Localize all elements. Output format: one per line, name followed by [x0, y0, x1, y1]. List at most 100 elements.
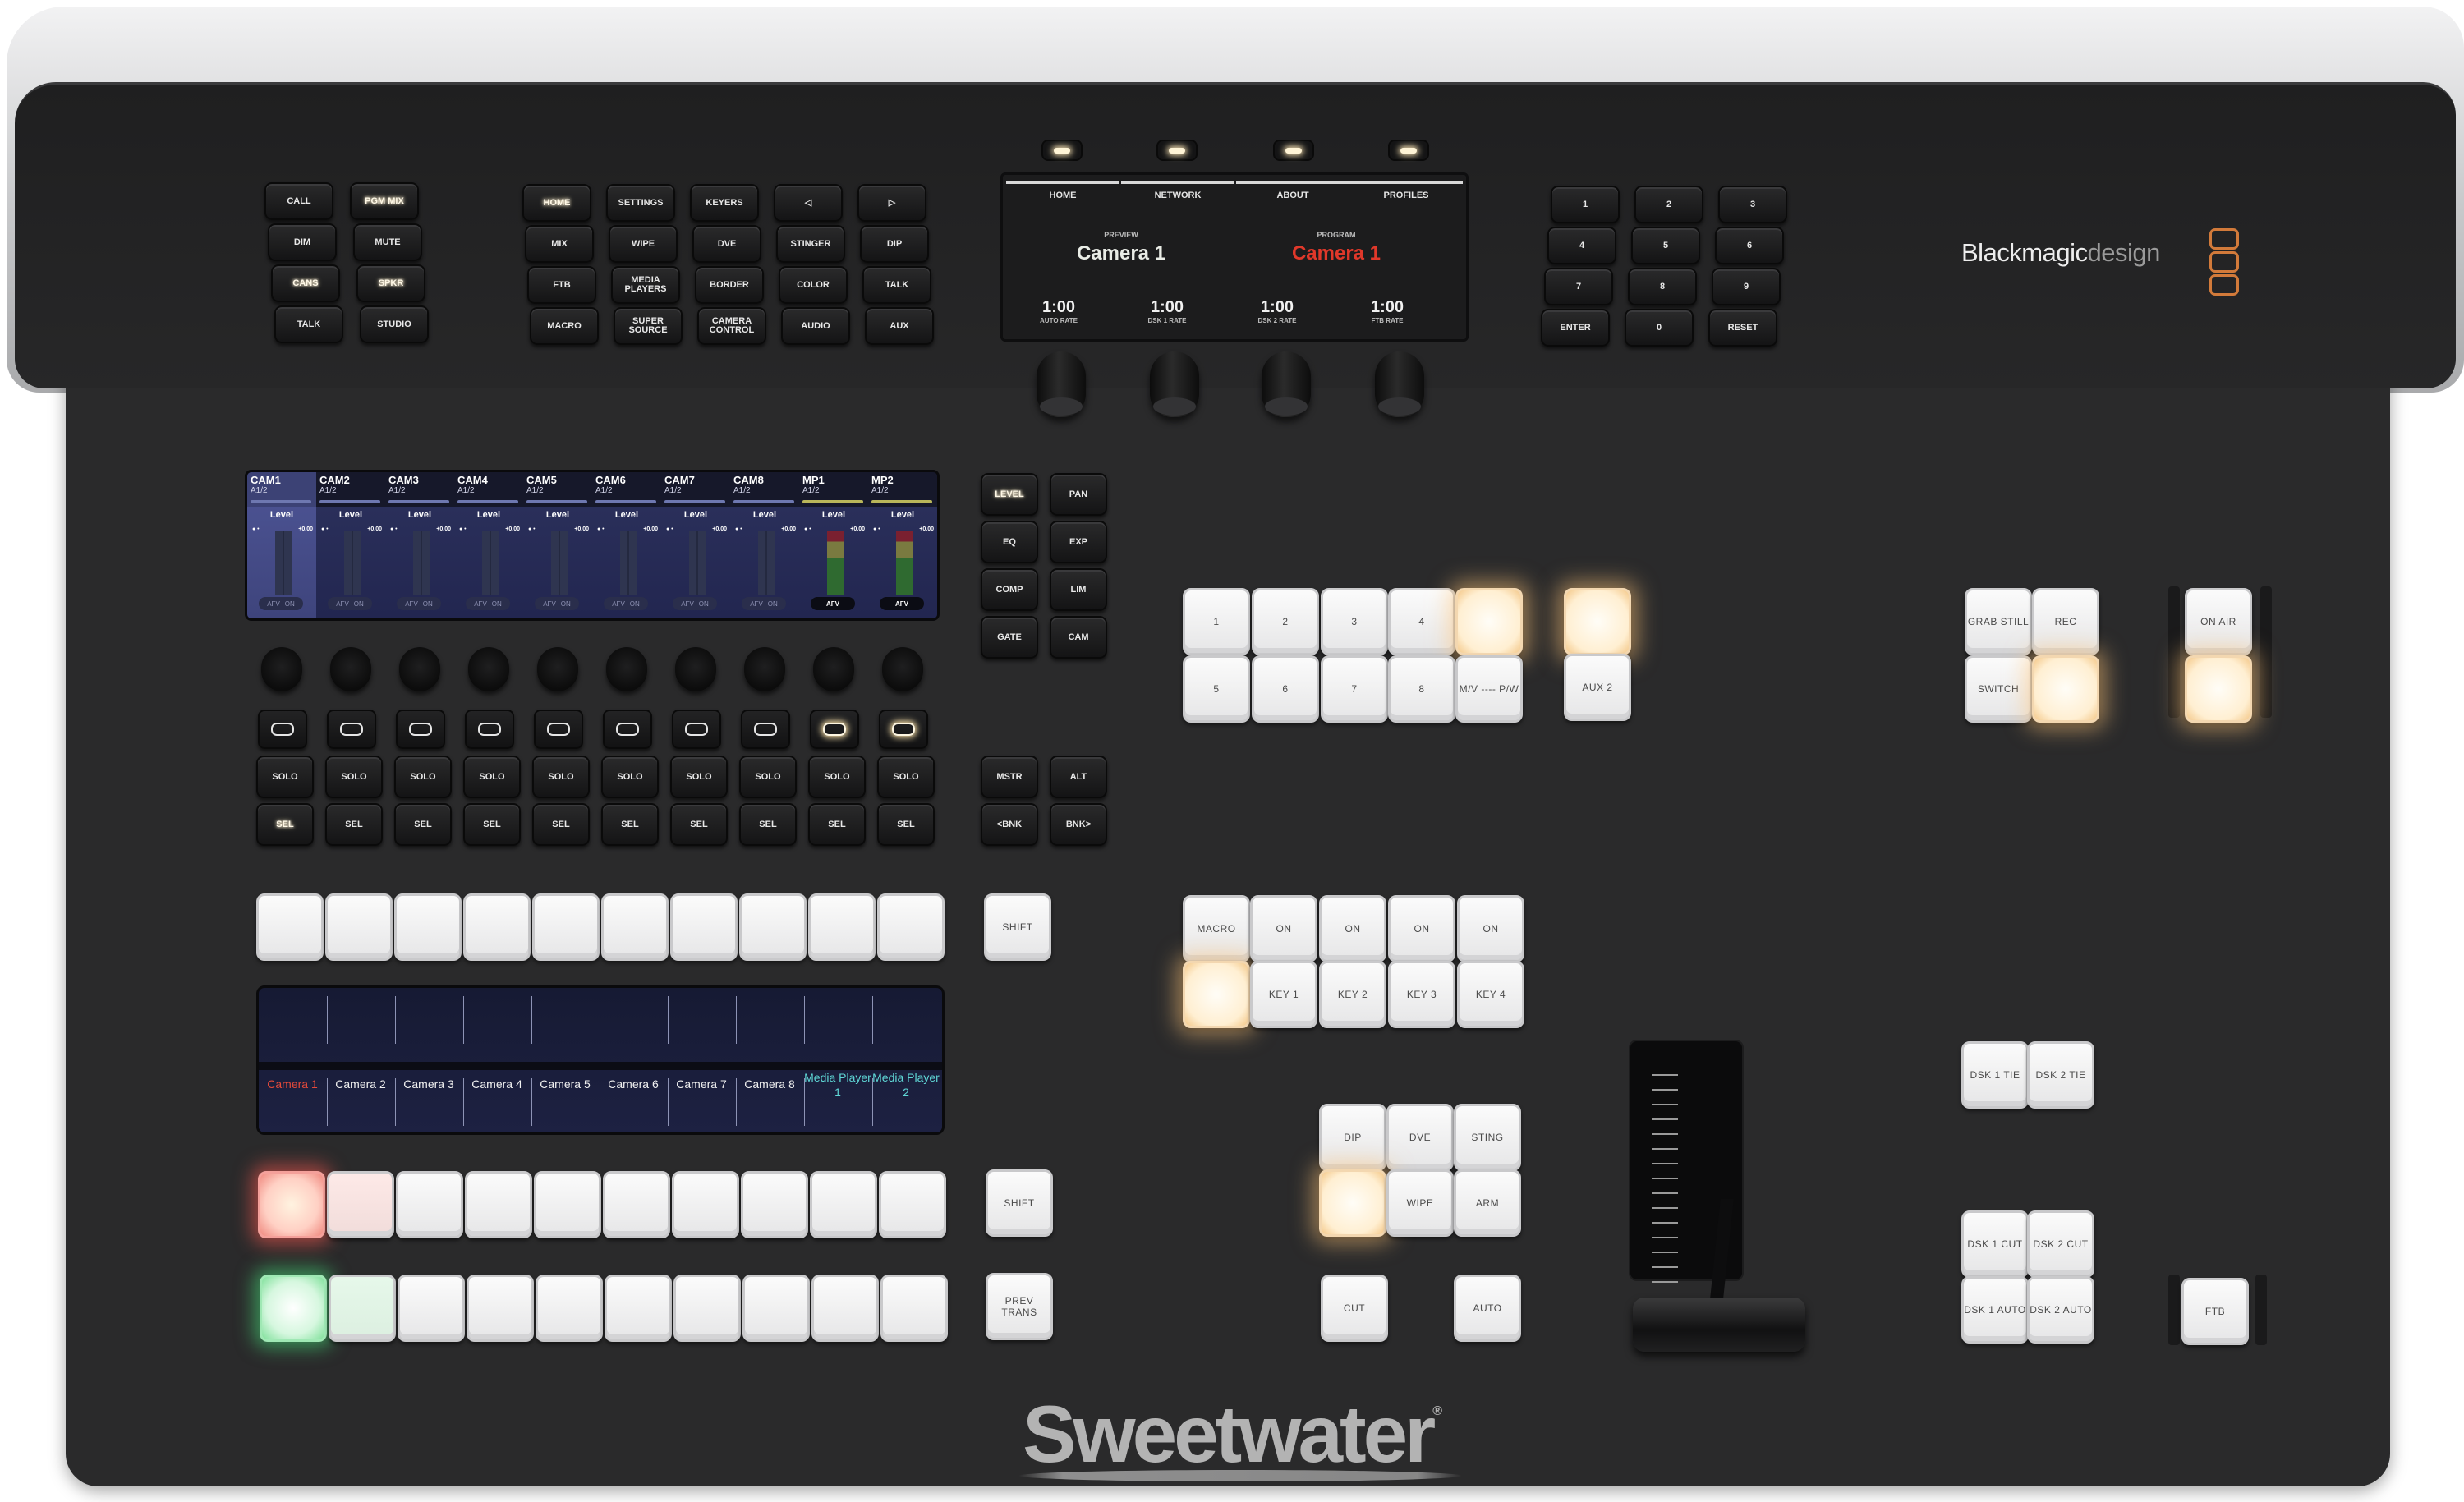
macro-button[interactable]: MACRO: [1183, 895, 1250, 962]
macro-status-button[interactable]: [1183, 961, 1250, 1028]
ftb-button[interactable]: FTB: [2181, 1278, 2249, 1345]
talkback-dim-button[interactable]: DIM: [268, 223, 337, 261]
switch-button[interactable]: SWITCH: [1965, 655, 2032, 723]
preview-bus-button-10[interactable]: [880, 1275, 948, 1342]
channel-on-button[interactable]: [810, 710, 859, 749]
channel-gain-knob[interactable]: [537, 647, 578, 691]
solo-button[interactable]: SOLO: [394, 756, 452, 798]
channel-gain-knob[interactable]: [468, 647, 509, 691]
aux-source-button-m-v-p-w[interactable]: M/V ---- P/W: [1455, 655, 1523, 723]
program-bus-button-8[interactable]: [741, 1171, 808, 1238]
upper-bus-button[interactable]: [463, 893, 531, 961]
preview-bus-button-1[interactable]: [260, 1275, 327, 1342]
shift-button-lower[interactable]: SHIFT: [986, 1169, 1053, 1237]
keypad-7-button[interactable]: 7: [1544, 268, 1613, 305]
menu-color-button[interactable]: COLOR: [779, 266, 848, 304]
lcd-tab-led[interactable]: [1156, 140, 1198, 161]
menu-audio-button[interactable]: AUDIO: [781, 307, 850, 345]
program-bus-button-4[interactable]: [465, 1171, 532, 1238]
audio-mstr-button[interactable]: MSTR: [981, 756, 1038, 798]
rec-button[interactable]: REC: [2032, 588, 2099, 655]
sel-button[interactable]: SEL: [532, 803, 590, 846]
sel-button[interactable]: SEL: [601, 803, 659, 846]
menu-keyers-button[interactable]: KEYERS: [690, 184, 759, 222]
audio-channel-strip[interactable]: CAM6 A1/2 Level ● • +0.00 AFV ON: [592, 472, 662, 618]
channel-on-button[interactable]: [603, 710, 652, 749]
upper-bus-button[interactable]: [256, 893, 324, 961]
talkback-spkr-button[interactable]: SPKR: [356, 264, 425, 302]
lcd-tab-led[interactable]: [1273, 140, 1314, 161]
prev-trans-button[interactable]: PREV TRANS: [986, 1273, 1053, 1340]
keypad-reset-button[interactable]: RESET: [1708, 309, 1777, 347]
audio-eq-button[interactable]: EQ: [981, 521, 1038, 563]
menu-ftb-button[interactable]: FTB: [527, 266, 596, 304]
aux-source-button-8[interactable]: 8: [1388, 655, 1455, 723]
program-bus-button-10[interactable]: [879, 1171, 946, 1238]
key2-on-button[interactable]: ON: [1319, 895, 1386, 962]
preview-bus-button-9[interactable]: [811, 1275, 879, 1342]
menu-mix-button[interactable]: MIX: [525, 225, 594, 263]
audio-bnk-button[interactable]: <BNK: [981, 803, 1038, 846]
audio-channel-strip[interactable]: MP1 A1/2 Level ● • +0.00 AFV: [799, 472, 869, 618]
keypad-9-button[interactable]: 9: [1712, 268, 1781, 305]
afv-toggle[interactable]: AFV ON: [535, 597, 579, 610]
program-bus-button-9[interactable]: [810, 1171, 877, 1238]
aux-1-button[interactable]: [1564, 588, 1631, 655]
upper-bus-button[interactable]: [601, 893, 669, 961]
lcd-tab-led[interactable]: [1388, 140, 1429, 161]
sel-button[interactable]: SEL: [808, 803, 866, 846]
menu-home-button[interactable]: HOME: [522, 184, 591, 222]
audio-channel-strip[interactable]: CAM4 A1/2 Level ● • +0.00 AFV ON: [454, 472, 524, 618]
grab-still-button[interactable]: GRAB STILL: [1965, 588, 2032, 655]
audio-alt-button[interactable]: ALT: [1050, 756, 1107, 798]
keypad-8-button[interactable]: 8: [1628, 268, 1697, 305]
channel-gain-knob[interactable]: [744, 647, 785, 691]
channel-on-button[interactable]: [741, 710, 790, 749]
key1-button[interactable]: KEY 1: [1250, 961, 1317, 1028]
rate-knob-dsk1[interactable]: [1150, 351, 1199, 417]
keypad-0-button[interactable]: 0: [1625, 309, 1694, 347]
talkback-pgm-mix-button[interactable]: PGM MIX: [350, 182, 419, 220]
aux-source-button-1[interactable]: 1: [1183, 588, 1250, 655]
channel-gain-knob[interactable]: [606, 647, 647, 691]
key3-on-button[interactable]: ON: [1388, 895, 1455, 962]
dip-button[interactable]: DIP: [1319, 1104, 1386, 1171]
rate-knob-dsk2[interactable]: [1262, 351, 1311, 417]
program-bus-button-1[interactable]: [258, 1171, 325, 1238]
aux-lit-button[interactable]: [1455, 588, 1523, 655]
t-bar-handle[interactable]: [1633, 1298, 1805, 1352]
wipe-button[interactable]: WIPE: [1386, 1169, 1454, 1237]
preview-bus-button-7[interactable]: [673, 1275, 741, 1342]
afv-toggle[interactable]: AFV ON: [259, 597, 303, 610]
sel-button[interactable]: SEL: [739, 803, 797, 846]
channel-on-button[interactable]: [534, 710, 583, 749]
audio-gate-button[interactable]: GATE: [981, 616, 1038, 659]
afv-toggle[interactable]: AFV ON: [328, 597, 372, 610]
program-bus-button-5[interactable]: [534, 1171, 601, 1238]
channel-gain-knob[interactable]: [399, 647, 440, 691]
audio-channel-strip[interactable]: CAM8 A1/2 Level ● • +0.00 AFV ON: [730, 472, 800, 618]
solo-button[interactable]: SOLO: [670, 756, 728, 798]
channel-on-button[interactable]: [327, 710, 376, 749]
sel-button[interactable]: SEL: [877, 803, 935, 846]
audio-pan-button[interactable]: PAN: [1050, 473, 1107, 516]
aux-source-button-7[interactable]: 7: [1321, 655, 1388, 723]
channel-on-button[interactable]: [879, 710, 928, 749]
channel-gain-knob[interactable]: [675, 647, 716, 691]
audio-channel-strip[interactable]: CAM2 A1/2 Level ● • +0.00 AFV ON: [316, 472, 386, 618]
dsk2-cut-button[interactable]: DSK 2 CUT: [2027, 1210, 2094, 1278]
afv-toggle[interactable]: AFV: [880, 597, 924, 610]
solo-button[interactable]: SOLO: [532, 756, 590, 798]
afv-toggle[interactable]: AFV ON: [673, 597, 717, 610]
audio-exp-button[interactable]: EXP: [1050, 521, 1107, 563]
rec-status-button[interactable]: [2032, 655, 2099, 723]
afv-toggle[interactable]: AFV: [811, 597, 855, 610]
menu-settings-button[interactable]: SETTINGS: [606, 184, 675, 222]
audio-cam-button[interactable]: CAM: [1050, 616, 1107, 659]
afv-toggle[interactable]: AFV ON: [604, 597, 648, 610]
talkback-cans-button[interactable]: CANS: [271, 264, 340, 302]
keypad-enter-button[interactable]: ENTER: [1541, 309, 1610, 347]
channel-on-button[interactable]: [672, 710, 721, 749]
menu-super-source-button[interactable]: SUPER SOURCE: [614, 307, 683, 345]
channel-gain-knob[interactable]: [330, 647, 371, 691]
